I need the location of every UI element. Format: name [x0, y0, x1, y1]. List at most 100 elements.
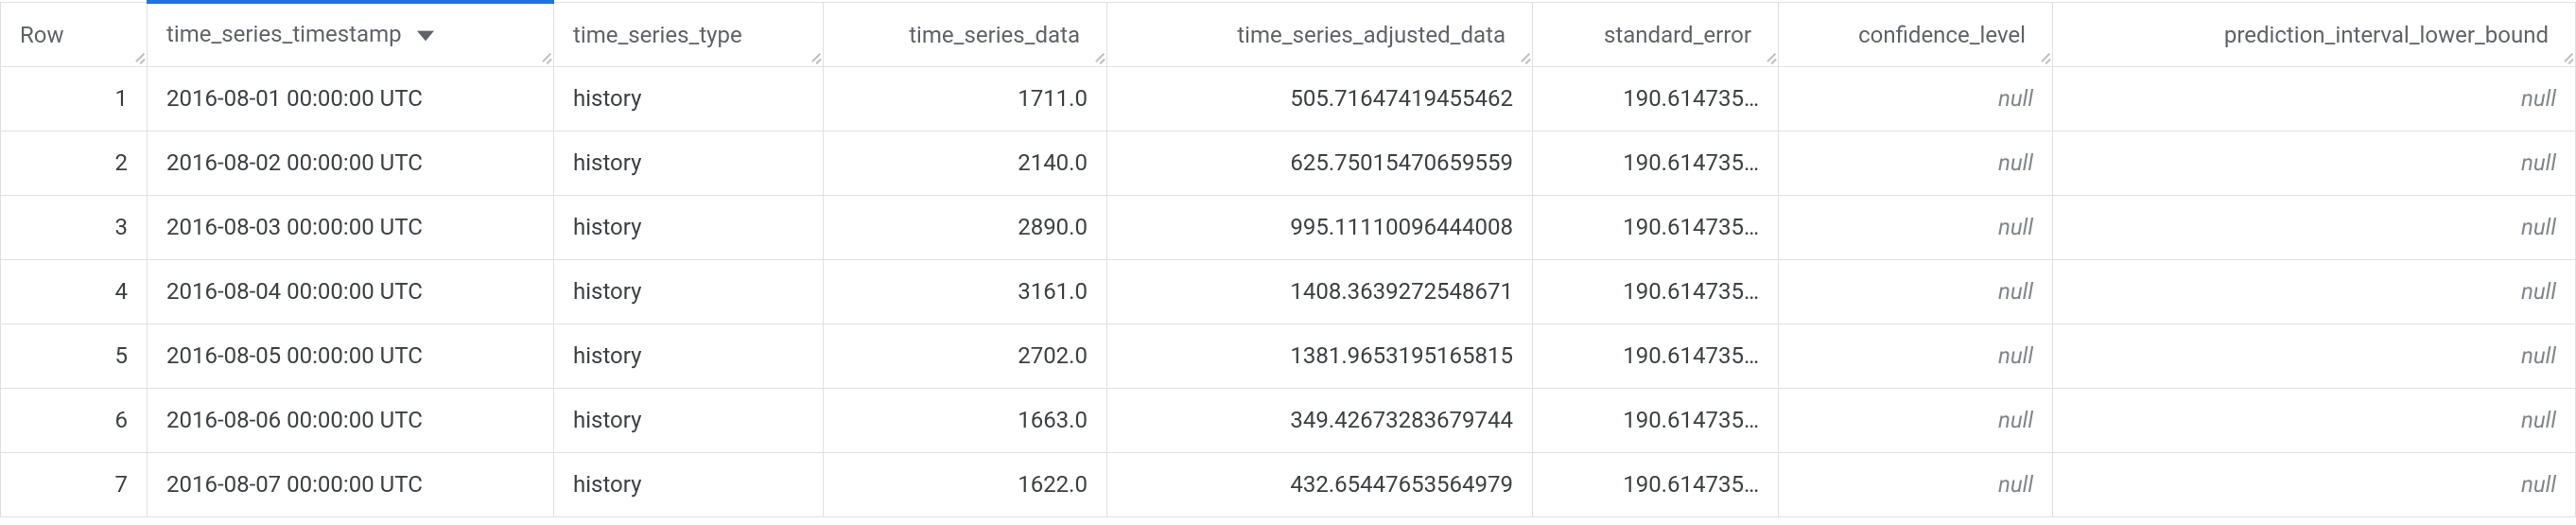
cell-data: 3161.0 — [824, 259, 1107, 324]
table-row[interactable]: 72016-08-07 00:00:00 UTChistory1622.0432… — [1, 452, 2576, 516]
column-header-timestamp[interactable]: time_series_timestamp — [148, 2, 554, 66]
sort-descending-icon[interactable] — [417, 21, 434, 47]
cell-value: 190.614735… — [1623, 471, 1759, 498]
resize-handle-icon[interactable] — [131, 51, 145, 64]
cell-timestamp: 2016-08-07 00:00:00 UTC — [148, 452, 554, 516]
cell-conf: null — [1779, 66, 2053, 131]
table-row[interactable]: 3 2016-08-03 00:00:00 UTC history 2890.0 995… — [1, 195, 2576, 259]
cell-stderr: 190.614735… — [1533, 324, 1779, 388]
cell-value: 2016-08-03 00:00:00 UTC — [166, 214, 423, 240]
column-header-row[interactable]: Row — [1, 2, 148, 66]
column-label: standard_error — [1604, 22, 1751, 48]
cell-lower: null — [2053, 66, 2576, 131]
null-value: null — [1998, 342, 2033, 369]
cell-value: 2016-08-01 00:00:00 UTC — [166, 85, 423, 112]
cell-timestamp: 2016-08-06 00:00:00 UTC — [148, 388, 554, 452]
cell-value: 3 — [115, 214, 129, 240]
column-label: confidence_level — [1858, 22, 2026, 48]
cell-data: 1711.0 — [824, 66, 1107, 131]
cell-stderr: 190.614735… — [1533, 195, 1779, 259]
cell-adjusted: 1381.9653195165815 — [1107, 324, 1533, 388]
null-value: null — [2521, 407, 2556, 433]
cell-value: 5 — [115, 342, 129, 369]
cell-value: 1381.9653195165815 — [1290, 342, 1513, 369]
null-value: null — [1998, 85, 2033, 112]
null-value: null — [2521, 278, 2556, 305]
resize-handle-icon[interactable] — [1763, 51, 1776, 64]
cell-conf: null — [1779, 452, 2053, 516]
column-header-lower-bound[interactable]: prediction_interval_lower_bound — [2053, 2, 2576, 66]
cell-value: 190.614735… — [1623, 149, 1759, 176]
cell-value: 2016-08-02 00:00:00 UTC — [166, 149, 423, 176]
null-value: null — [1998, 471, 2033, 498]
cell-idx: 6 — [1, 388, 148, 452]
cell-value: 190.614735… — [1623, 85, 1759, 112]
cell-value: 190.614735… — [1623, 342, 1759, 369]
cell-lower: null — [2053, 452, 2576, 516]
null-value: null — [1998, 214, 2033, 240]
cell-lower: null — [2053, 259, 2576, 324]
null-value: null — [2521, 85, 2556, 112]
cell-value: 995.11110096444008 — [1290, 214, 1513, 240]
cell-idx: 3 — [1, 195, 148, 259]
cell-type: history — [554, 195, 824, 259]
cell-conf: null — [1779, 131, 2053, 195]
resize-handle-icon[interactable] — [1091, 51, 1105, 64]
table-row[interactable]: 42016-08-04 00:00:00 UTChistory3161.0140… — [1, 259, 2576, 324]
cell-value: history — [573, 342, 641, 369]
cell-value: 1663.0 — [1018, 407, 1088, 433]
cell-value: 4 — [115, 278, 129, 305]
cell-value: 2 — [115, 149, 129, 176]
column-header-confidence[interactable]: confidence_level — [1779, 2, 2053, 66]
cell-stderr: 190.614735… — [1533, 66, 1779, 131]
table-body: 12016-08-01 00:00:00 UTChistory1711.0505… — [1, 66, 2576, 516]
cell-value: 3161.0 — [1018, 278, 1088, 305]
cell-value: 625.75015470659559 — [1290, 149, 1513, 176]
null-value: null — [1998, 407, 2033, 433]
cell-conf: null — [1779, 195, 2053, 259]
cell-type: history — [554, 452, 824, 516]
resize-handle-icon[interactable] — [538, 51, 551, 64]
cell-value: 190.614735… — [1623, 214, 1759, 240]
cell-type: history — [554, 66, 824, 131]
column-label: Row — [20, 22, 64, 48]
cell-timestamp: 2016-08-03 00:00:00 UTC — [148, 195, 554, 259]
column-header-data[interactable]: time_series_data — [824, 2, 1107, 66]
table-row[interactable]: 62016-08-06 00:00:00 UTChistory1663.0349… — [1, 388, 2576, 452]
cell-value: 432.65447653564979 — [1290, 471, 1513, 498]
resize-handle-icon[interactable] — [2037, 51, 2050, 64]
cell-value: history — [573, 471, 641, 498]
table-row[interactable]: 12016-08-01 00:00:00 UTChistory1711.0505… — [1, 66, 2576, 131]
cell-conf: null — [1779, 324, 2053, 388]
table-row[interactable]: 2 2016-08-02 00:00:00 UTC history 2140.0 625… — [1, 131, 2576, 195]
cell-value: history — [573, 149, 641, 176]
cell-conf: null — [1779, 259, 2053, 324]
resize-handle-icon[interactable] — [1517, 51, 1530, 64]
null-value: null — [2521, 342, 2556, 369]
cell-timestamp: 2016-08-02 00:00:00 UTC — [148, 131, 554, 195]
cell-type: history — [554, 131, 824, 195]
column-header-stderr[interactable]: standard_error — [1533, 2, 1779, 66]
column-header-adjusted[interactable]: time_series_adjusted_data — [1107, 2, 1533, 66]
resize-handle-icon[interactable] — [808, 51, 821, 64]
cell-value: 2890.0 — [1018, 214, 1088, 240]
resize-handle-icon[interactable] — [2560, 51, 2573, 64]
cell-value: 1711.0 — [1018, 85, 1088, 112]
cell-value: 2140.0 — [1018, 149, 1088, 176]
cell-value: 6 — [115, 407, 129, 433]
column-header-type[interactable]: time_series_type — [554, 2, 824, 66]
cell-data: 1663.0 — [824, 388, 1107, 452]
cell-conf: null — [1779, 388, 2053, 452]
column-label: time_series_data — [909, 22, 1080, 48]
table-row[interactable]: 52016-08-05 00:00:00 UTChistory2702.0138… — [1, 324, 2576, 388]
cell-adjusted: 349.42673283679744 — [1107, 388, 1533, 452]
table-header: Row time_series_timestamp time_series_ty… — [1, 2, 2576, 66]
column-label: time_series_timestamp — [166, 21, 402, 47]
null-value: null — [2521, 149, 2556, 176]
column-label: prediction_interval_lower_bound — [2224, 22, 2549, 48]
cell-adjusted: 625.75015470659559 — [1107, 131, 1533, 195]
cell-value: history — [573, 85, 641, 112]
cell-value: 2702.0 — [1018, 342, 1088, 369]
column-label: time_series_adjusted_data — [1237, 22, 1506, 48]
results-table: Row time_series_timestamp time_series_ty… — [0, 0, 2576, 517]
